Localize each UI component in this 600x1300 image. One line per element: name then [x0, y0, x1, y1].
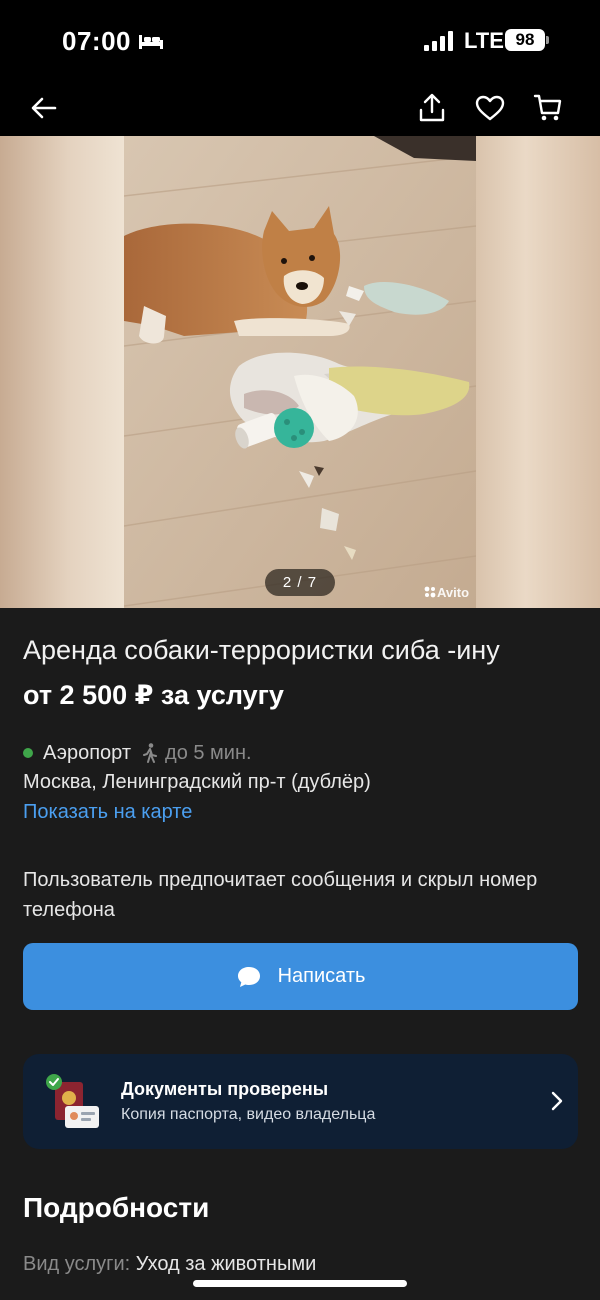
avito-logo-icon — [424, 586, 436, 598]
gallery-page-indicator: 2 / 7 — [265, 569, 335, 596]
passport-verified-icon — [46, 1074, 99, 1128]
heart-icon — [475, 95, 505, 121]
write-message-button[interactable]: Написать — [23, 943, 578, 1010]
listing-photo[interactable] — [124, 136, 476, 608]
top-nav-bar — [0, 80, 600, 136]
network-label: LTE — [464, 28, 504, 53]
gallery-blur-left — [0, 136, 124, 608]
back-button[interactable] — [24, 88, 64, 128]
listing-price: от 2 500 ₽ за услугу — [23, 680, 284, 710]
documents-subtitle: Копия паспорта, видео владельца — [121, 1106, 376, 1123]
home-indicator[interactable] — [193, 1280, 407, 1287]
avito-watermark: Avito — [424, 585, 469, 600]
back-arrow-icon — [31, 97, 57, 119]
share-icon — [419, 93, 445, 122]
share-button[interactable] — [412, 88, 452, 128]
chevron-right-icon — [551, 1091, 563, 1111]
signal-icon — [424, 31, 453, 51]
cart-button[interactable] — [528, 88, 568, 128]
bed-icon — [139, 35, 163, 49]
watermark-text: Avito — [437, 585, 470, 600]
walking-icon — [143, 743, 158, 763]
cart-icon — [533, 94, 562, 121]
listing-title: Аренда собаки-террористки сиба -ину — [23, 635, 500, 665]
photo-gallery[interactable]: 2 / 7 Avito — [0, 136, 600, 608]
walk-time: до 5 мин. — [165, 741, 252, 764]
battery-tip — [546, 36, 549, 44]
app-screen: 07:00 LTE 98 2 / 7 Avito Аренда собаки-т… — [0, 0, 600, 1300]
gallery-blur-right — [476, 136, 600, 608]
detail-label: Вид услуги: — [23, 1253, 136, 1275]
detail-row: Вид услуги: Уход за животными — [23, 1253, 316, 1276]
documents-title: Документы проверены — [121, 1079, 329, 1099]
metro-station: Аэропорт — [43, 741, 132, 764]
listing-content: Аренда собаки-террористки сиба -ину от 2… — [0, 608, 600, 1300]
address: Москва, Ленинградский пр-т (дублёр) — [23, 771, 371, 793]
write-message-label: Написать — [277, 965, 366, 987]
metro-info: Аэропорт до 5 мин. — [23, 740, 252, 766]
details-section-title: Подробности — [23, 1192, 210, 1223]
show-on-map-link[interactable]: Показать на карте — [23, 801, 192, 824]
documents-verified-card[interactable]: Документы проверены Копия паспорта, виде… — [23, 1054, 578, 1149]
status-time: 07:00 — [62, 26, 131, 56]
battery-indicator: 98 — [505, 29, 545, 51]
favorite-button[interactable] — [470, 88, 510, 128]
metro-line-dot — [23, 748, 33, 758]
status-bar: 07:00 LTE 98 — [0, 0, 600, 80]
detail-value: Уход за животными — [135, 1253, 317, 1275]
contact-preference-note: Пользователь предпочитает сообщения и ск… — [23, 869, 538, 921]
chat-bubble-icon — [237, 966, 260, 987]
